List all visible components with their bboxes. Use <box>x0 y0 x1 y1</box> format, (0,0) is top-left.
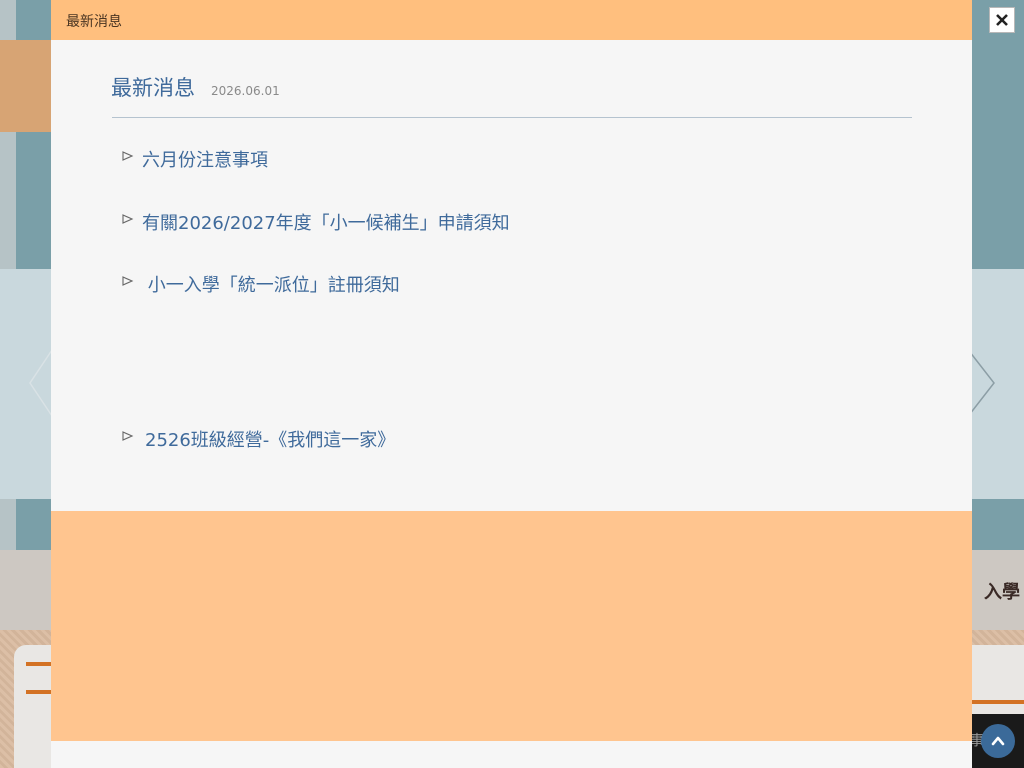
news-date: 2026.06.01 <box>211 84 280 98</box>
news-link[interactable]: 有關2026/2027年度「小一候補生」申請須知 <box>142 212 510 236</box>
background-card-line <box>972 700 1024 704</box>
chevron-up-icon <box>991 736 1005 746</box>
modal-image-area <box>51 511 972 741</box>
scroll-to-top-button[interactable] <box>981 724 1015 758</box>
news-title: 最新消息 <box>111 76 195 100</box>
close-icon <box>996 14 1008 26</box>
triangle-bullet-icon <box>122 214 134 224</box>
news-item: 小一入學「統一派位」註冊須知 <box>122 274 400 298</box>
close-button[interactable] <box>989 7 1015 33</box>
news-divider <box>112 117 912 118</box>
news-item: 2526班級經營-《我們這一家》 <box>122 429 395 453</box>
modal-header-title: 最新消息 <box>66 14 122 30</box>
news-link[interactable]: 小一入學「統一派位」註冊須知 <box>142 274 400 298</box>
news-item: 有關2026/2027年度「小一候補生」申請須知 <box>122 212 510 236</box>
background-enroll-label: 入學 <box>984 582 1020 603</box>
triangle-bullet-icon <box>122 151 134 161</box>
news-heading: 最新消息 2026.06.01 <box>111 72 280 102</box>
news-link[interactable]: 六月份注意事項 <box>142 149 268 173</box>
triangle-bullet-icon <box>122 276 134 286</box>
triangle-bullet-icon <box>122 431 134 441</box>
news-modal: 最新消息 最新消息 2026.06.01 六月份注意事項 有關2026/2027… <box>51 0 972 768</box>
news-item: 六月份注意事項 <box>122 149 268 173</box>
background-banner-block <box>0 40 52 132</box>
modal-header: 最新消息 <box>51 0 972 40</box>
news-link[interactable]: 2526班級經營-《我們這一家》 <box>145 429 395 453</box>
